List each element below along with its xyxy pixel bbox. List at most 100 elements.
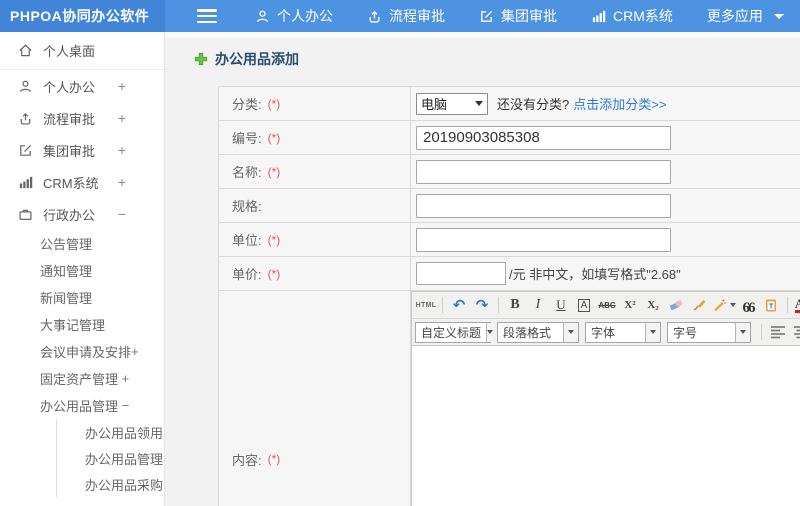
office-supplies-submenu: 办公用品领用 办公用品管理 办公用品采购 — [56, 419, 164, 497]
sidebar-item-label: 大事记管理 — [40, 318, 106, 333]
italic-button[interactable]: I — [527, 294, 549, 316]
content-label: 内容: (*) — [219, 291, 411, 506]
select-caret-icon — [735, 322, 750, 342]
toolbar-separator — [442, 297, 443, 313]
sidebar-item-label: 个人桌面 — [43, 44, 96, 59]
hamburger-menu-icon[interactable] — [197, 9, 217, 23]
strikethrough-button[interactable]: ABC — [596, 294, 618, 316]
top-bar: PHPOA协同办公软件 个人办公 流程审批 集团审批 CRM系统 更多应用 — [0, 0, 800, 32]
sidebar-item-personal-desktop[interactable]: 个人桌面 — [0, 32, 164, 70]
expand-icon[interactable]: + — [118, 142, 126, 158]
top-navigation: 个人办公 流程审批 集团审批 CRM系统 更多应用 — [255, 6, 784, 26]
font-family-select[interactable]: 字体 — [585, 321, 661, 343]
rich-text-editor: HTML ↶ ↷ B I U A ABC X² X₂ 66 T A 自定义标题 … — [411, 291, 800, 506]
undo-button[interactable]: ↶ — [448, 294, 470, 316]
color-pen-button[interactable] — [711, 294, 736, 316]
nav-personal-office[interactable]: 个人办公 — [255, 6, 333, 26]
app-logo[interactable]: PHPOA协同办公软件 — [0, 0, 165, 32]
chart-icon — [18, 175, 33, 190]
admin-office-submenu: 公告管理 通知管理 新闻管理 大事记管理 会议申请及安排 + 固定资产管理 + 办… — [0, 230, 164, 497]
font-color-button[interactable]: A — [793, 294, 800, 316]
sidebar-item-fixed-assets-mgmt[interactable]: 固定资产管理 + — [0, 365, 164, 392]
required-mark: (*) — [267, 452, 281, 466]
sidebar-item-label: 办公用品领用 — [85, 425, 164, 441]
format-painter-button[interactable] — [688, 294, 710, 316]
sidebar-item-label: 办公用品采购 — [85, 477, 164, 493]
sidebar-item-announcement-mgmt[interactable]: 公告管理 — [0, 230, 164, 257]
superscript-button[interactable]: X² — [619, 294, 641, 316]
sidebar-item-personal-office[interactable]: 个人办公 + — [0, 70, 164, 102]
align-center-button[interactable] — [790, 321, 800, 343]
unit-label: 单位: (*) — [219, 223, 411, 256]
collapse-icon[interactable]: − — [118, 398, 130, 413]
expand-icon[interactable]: + — [131, 344, 139, 359]
nav-group-approval[interactable]: 集团审批 — [479, 6, 557, 26]
required-mark: (*) — [267, 164, 281, 179]
nav-label: 个人办公 — [277, 8, 333, 24]
sidebar-item-workflow-approval[interactable]: 流程审批 + — [0, 102, 164, 134]
nav-label: 集团审批 — [501, 8, 557, 24]
category-select[interactable]: 电脑 — [416, 92, 488, 115]
font-style-button[interactable]: A — [573, 294, 595, 316]
edit-icon — [18, 143, 33, 158]
name-input[interactable] — [416, 159, 671, 184]
required-mark: (*) — [267, 266, 281, 281]
expand-icon[interactable]: + — [118, 174, 126, 190]
price-input[interactable] — [416, 262, 506, 285]
bold-button[interactable]: B — [504, 294, 526, 316]
paste-as-text-button[interactable]: T — [760, 294, 782, 316]
code-label: 编号: (*) — [219, 121, 411, 154]
nav-workflow-approval[interactable]: 流程审批 — [367, 6, 445, 26]
redo-button[interactable]: ↷ — [471, 294, 493, 316]
expand-icon[interactable]: + — [118, 78, 126, 94]
sidebar-item-group-approval[interactable]: 集团审批 + — [0, 134, 164, 166]
redo-icon: ↷ — [475, 297, 489, 314]
unit-input[interactable] — [416, 227, 671, 252]
dropdown-caret-icon — [730, 303, 736, 307]
toolbar-separator — [761, 324, 762, 340]
remove-format-button[interactable] — [665, 294, 687, 316]
editor-toolbar-row-1: HTML ↶ ↷ B I U A ABC X² X₂ 66 T A — [412, 292, 800, 319]
heading-select[interactable]: 自定义标题 — [415, 321, 494, 343]
price-label: 单价: (*) — [219, 257, 411, 290]
add-category-link[interactable]: 点击添加分类>> — [573, 94, 666, 113]
required-mark: (*) — [267, 130, 281, 145]
paragraph-format-select[interactable]: 段落格式 — [497, 321, 579, 343]
expand-icon[interactable]: + — [118, 371, 130, 386]
sidebar-item-label: 行政办公 — [43, 207, 96, 223]
required-mark: (*) — [267, 232, 281, 247]
nav-crm-system[interactable]: CRM系统 — [591, 6, 673, 26]
sidebar-item-label: 新闻管理 — [40, 291, 93, 306]
sidebar-item-notice-mgmt[interactable]: 通知管理 — [0, 257, 164, 284]
spec-input[interactable] — [416, 193, 671, 218]
font-size-select[interactable]: 字号 — [667, 321, 751, 343]
form-row-spec: 规格: — [219, 189, 800, 223]
blockquote-button[interactable]: 66 — [737, 294, 759, 316]
sidebar-item-supplies-requisition[interactable]: 办公用品领用 — [57, 419, 164, 445]
editor-content-area[interactable] — [412, 346, 800, 506]
paste-as-text-icon: T — [763, 297, 779, 313]
briefcase-icon — [18, 207, 33, 222]
sidebar-item-supplies-management[interactable]: 办公用品管理 — [57, 445, 164, 471]
sidebar-item-office-supplies-mgmt[interactable]: 办公用品管理 − — [0, 392, 164, 419]
nav-more-apps[interactable]: 更多应用 — [707, 6, 784, 26]
sidebar-item-meeting-mgmt[interactable]: 会议申请及安排 + — [0, 338, 164, 365]
subscript-button[interactable]: X₂ — [642, 294, 664, 316]
expand-icon[interactable]: + — [118, 110, 126, 126]
sidebar-item-admin-office[interactable]: 行政办公 − — [0, 198, 164, 230]
sidebar-item-supplies-purchase[interactable]: 办公用品采购 — [57, 471, 164, 497]
code-input[interactable] — [416, 125, 671, 150]
sidebar-item-events-mgmt[interactable]: 大事记管理 — [0, 311, 164, 338]
category-label: 分类: (*) — [219, 87, 411, 120]
form-row-price: 单价: (*) /元 非中文，如填写格式"2.68" — [219, 257, 800, 291]
sidebar-item-news-mgmt[interactable]: 新闻管理 — [0, 284, 164, 311]
workflow-icon — [367, 9, 382, 24]
collapse-icon[interactable]: − — [118, 206, 126, 222]
align-left-button[interactable] — [767, 321, 789, 343]
select-caret-icon — [563, 322, 578, 342]
person-icon — [255, 9, 270, 24]
sidebar-item-crm-system[interactable]: CRM系统 + — [0, 166, 164, 198]
undo-icon: ↶ — [452, 297, 466, 314]
underline-button[interactable]: U — [550, 294, 572, 316]
html-source-button[interactable]: HTML — [415, 294, 437, 316]
